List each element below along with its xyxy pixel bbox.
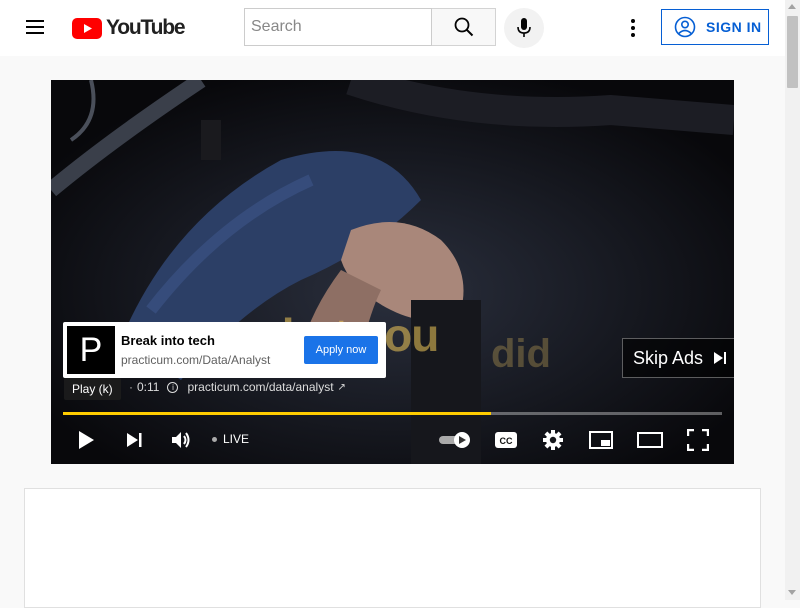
voice-search-button[interactable] xyxy=(504,8,544,48)
play-icon xyxy=(79,431,94,449)
skip-next-icon xyxy=(713,351,727,365)
live-dot xyxy=(212,436,217,442)
next-button[interactable] xyxy=(121,426,147,454)
skip-ads-button[interactable]: Skip Ads xyxy=(622,338,734,378)
youtube-logo[interactable]: YouTube xyxy=(72,16,186,39)
video-player[interactable]: what you did P Break into tech practicum… xyxy=(51,80,734,464)
progress-bar[interactable] xyxy=(63,412,722,415)
advertiser-logo[interactable]: P xyxy=(67,326,115,374)
scroll-down-arrow-icon[interactable] xyxy=(788,590,796,595)
scroll-up-arrow-icon[interactable] xyxy=(788,4,796,9)
captions-button[interactable]: CC xyxy=(492,426,520,454)
progress-bar-fill xyxy=(63,412,492,415)
ad-overlay-card[interactable]: P Break into tech practicum.com/Data/Ana… xyxy=(63,322,386,378)
ad-title[interactable]: Break into tech xyxy=(121,333,215,348)
ad-info-separator: · xyxy=(129,380,133,394)
ad-time-remaining: 0:11 xyxy=(137,380,160,394)
svg-text:CC: CC xyxy=(500,436,513,446)
logo-text: YouTube xyxy=(106,16,186,39)
skip-ads-label: Skip Ads xyxy=(633,347,704,368)
youtube-play-logo-icon xyxy=(72,17,102,39)
live-indicator[interactable]: LIVE xyxy=(212,432,249,446)
external-link-icon[interactable]: ↗ xyxy=(338,382,346,393)
live-label: LIVE xyxy=(223,432,250,446)
ad-info-bar: · 0:11 i practicum.com/data/analyst ↗ xyxy=(125,380,346,394)
play-tooltip: Play (k) xyxy=(64,378,121,400)
search-input[interactable] xyxy=(244,8,432,46)
sign-in-button[interactable]: SIGN IN xyxy=(661,9,769,45)
autoplay-toggle[interactable] xyxy=(437,426,475,454)
video-frame xyxy=(51,80,734,464)
video-info-panel xyxy=(24,488,761,608)
fullscreen-button[interactable] xyxy=(684,426,712,454)
settings-more-icon[interactable] xyxy=(622,16,644,40)
miniplayer-button[interactable] xyxy=(587,426,615,454)
play-button[interactable] xyxy=(73,426,99,454)
ad-apply-button[interactable]: Apply now xyxy=(304,336,378,364)
microphone-icon xyxy=(517,18,531,37)
volume-icon xyxy=(172,432,190,448)
settings-icon xyxy=(543,430,563,450)
autoplay-toggle-icon xyxy=(439,432,470,448)
account-icon xyxy=(674,16,696,38)
video-caption-text-2: did xyxy=(491,332,551,376)
page-scrollbar[interactable] xyxy=(785,0,800,600)
fullscreen-icon xyxy=(687,429,709,451)
mute-button[interactable] xyxy=(167,426,195,454)
masthead: YouTube SIGN IN xyxy=(0,0,785,56)
sign-in-label: SIGN IN xyxy=(706,19,762,35)
guide-menu-button[interactable] xyxy=(26,19,46,35)
info-icon[interactable]: i xyxy=(167,381,179,393)
scroll-thumb[interactable] xyxy=(787,16,798,88)
search-icon xyxy=(454,17,473,37)
theater-mode-button[interactable] xyxy=(635,426,665,454)
theater-icon xyxy=(637,432,663,448)
miniplayer-icon xyxy=(589,431,613,449)
search-button[interactable] xyxy=(432,8,496,46)
ad-domain[interactable]: practicum.com/Data/Analyst xyxy=(121,353,270,367)
settings-button[interactable] xyxy=(539,426,567,454)
next-icon xyxy=(127,433,142,447)
captions-icon: CC xyxy=(495,432,517,448)
ad-link[interactable]: practicum.com/data/analyst xyxy=(187,380,333,394)
